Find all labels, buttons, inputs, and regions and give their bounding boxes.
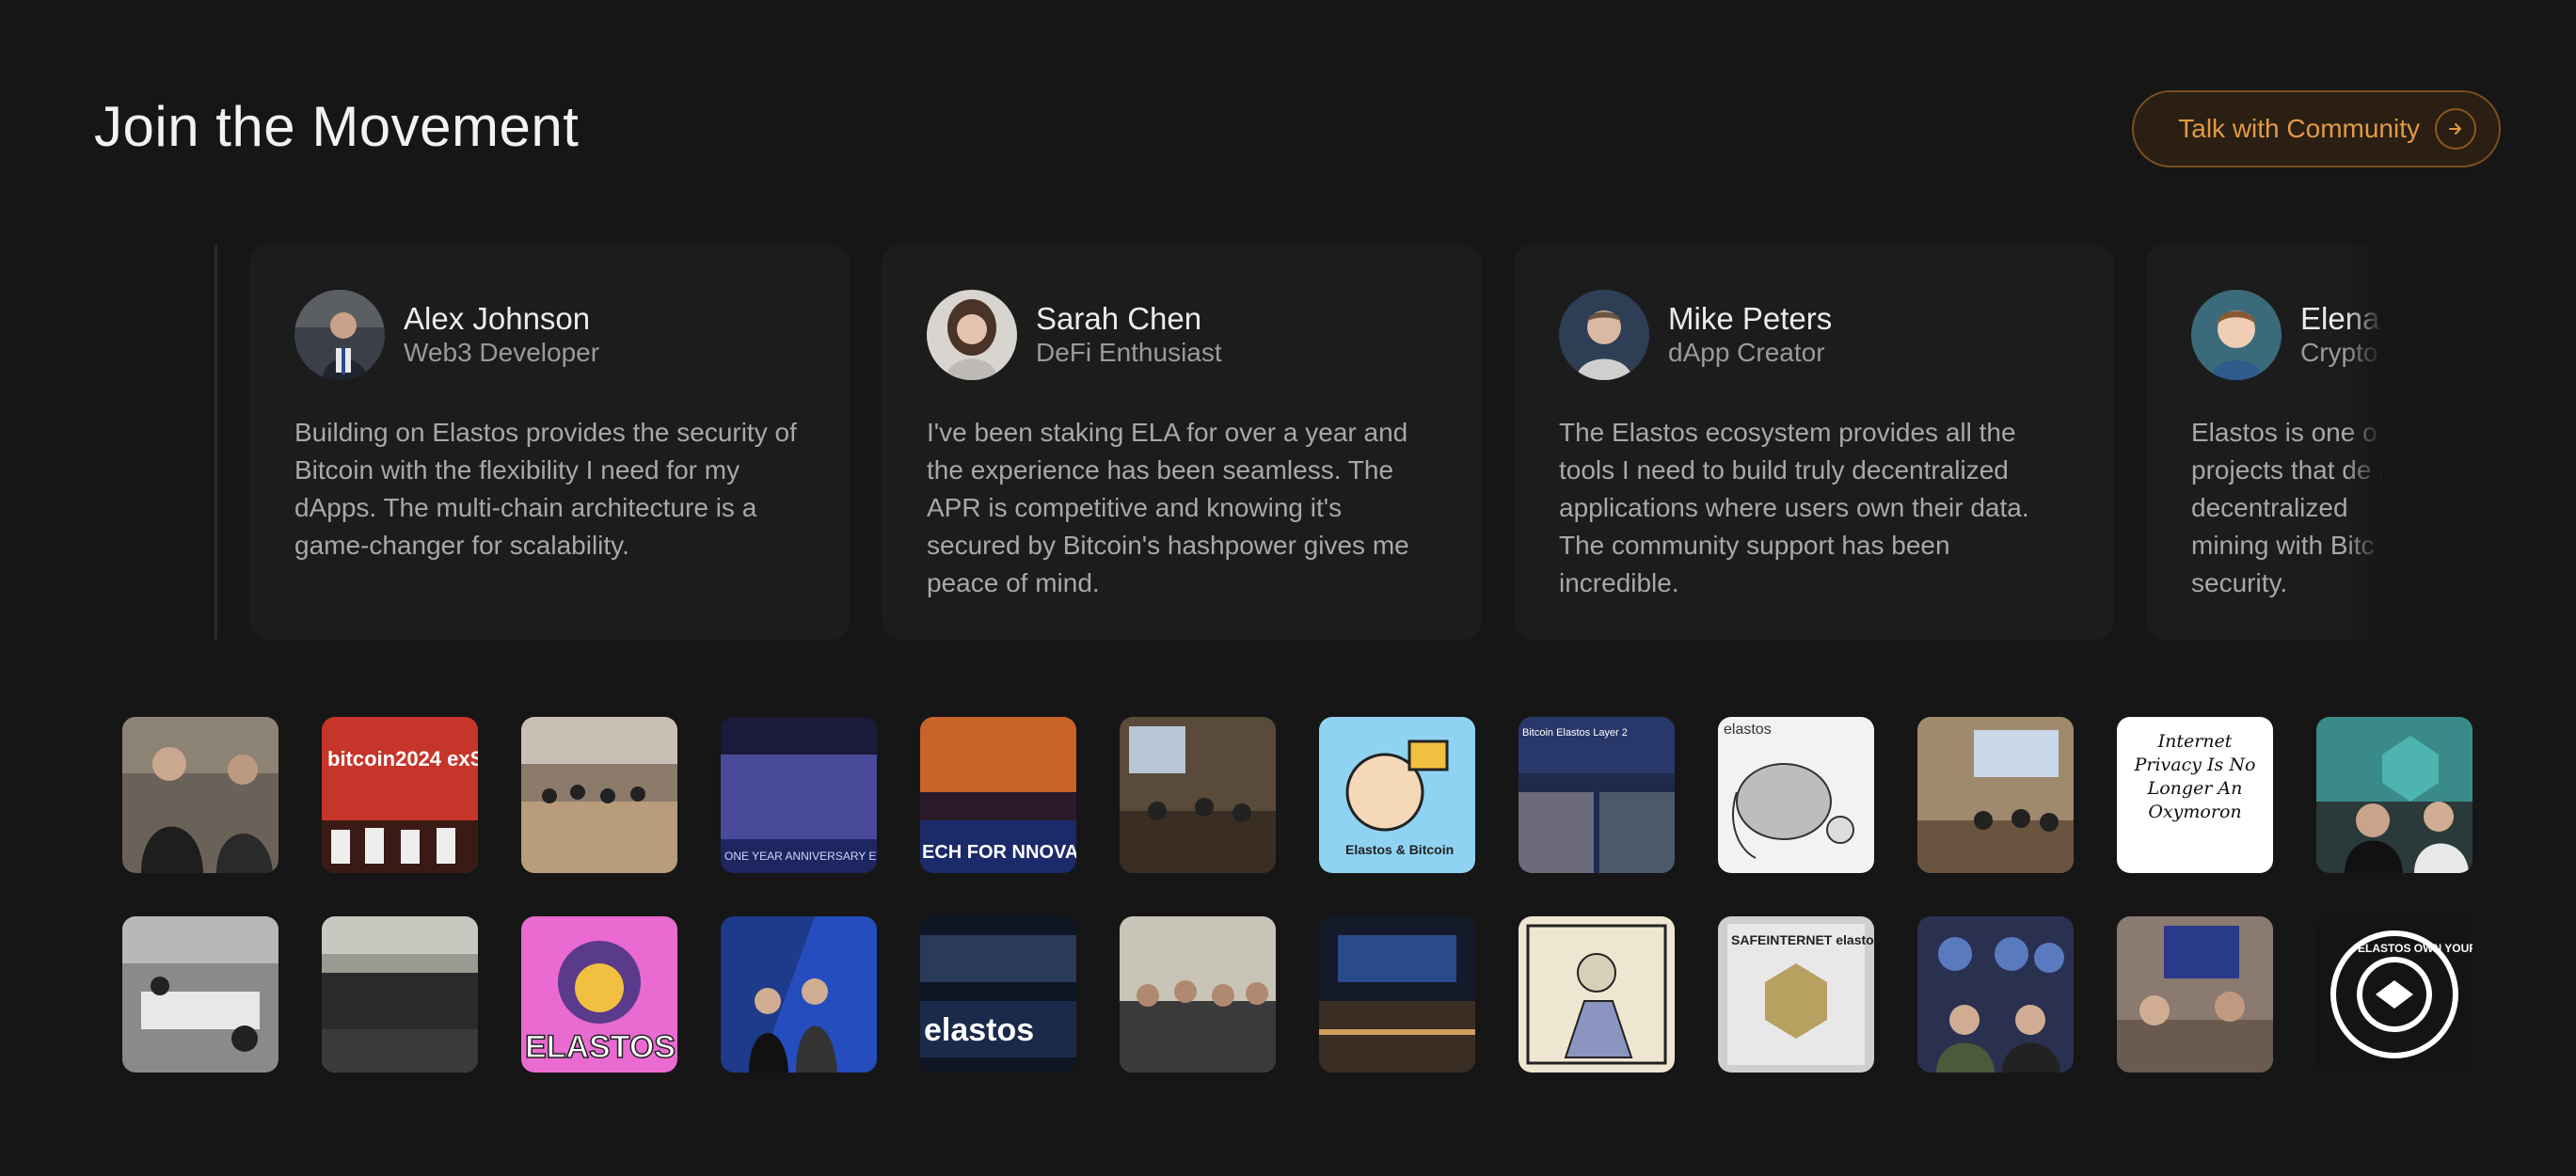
gallery-caption: SAFEINTERNET elastos [1731, 932, 1874, 947]
gallery-photo[interactable]: Bitcoin Elastos Layer 2 [1519, 717, 1675, 873]
join-movement-section: Join the Movement Talk with Community Al… [0, 0, 2576, 1176]
person-name: Alex Johnson [404, 301, 591, 336]
gallery-photo[interactable] [1519, 916, 1675, 1073]
gallery-photo[interactable] [521, 717, 677, 873]
testimonial-card: Sarah Chen DeFi Enthusiast I've been sta… [882, 245, 1482, 640]
person-role: Web3 Developer [404, 338, 600, 367]
gallery-caption: Elastos & Bitcoin [1345, 842, 1454, 857]
testimonial-card: Mike Peters dApp Creator The Elastos eco… [1514, 245, 2114, 640]
gallery-photo[interactable]: elastos [1718, 717, 1874, 873]
gallery-photo[interactable]: elastos [920, 916, 1076, 1073]
gallery-photo[interactable]: bitcoin2024 exSat [322, 717, 478, 873]
gallery-photo[interactable]: ELASTOS OWN YOUR DATA [2316, 916, 2473, 1073]
gallery-caption: elastos [1724, 722, 1772, 738]
testimonial-quote: I've been staking ELA for over a year an… [927, 418, 1409, 597]
avatar [2191, 290, 2282, 380]
avatar [1559, 290, 1649, 380]
person-name: Mike Peters [1668, 301, 1833, 336]
cta-label: Talk with Community [2178, 114, 2420, 143]
testimonial-quote: Building on Elastos provides the securit… [294, 418, 797, 560]
gallery-photo[interactable] [2117, 916, 2273, 1073]
gallery-photo[interactable]: ELASTOS [521, 916, 677, 1073]
gallery-photo[interactable]: Elastos & Bitcoin [1319, 717, 1475, 873]
testimonial-quote: The Elastos ecosystem provides all the t… [1559, 418, 2029, 597]
avatar [927, 290, 1017, 380]
gallery-caption: Internet Privacy Is No Longer An Oxymoro… [2134, 731, 2256, 822]
gallery-photo[interactable] [1120, 717, 1276, 873]
gallery-photo[interactable] [322, 916, 478, 1073]
gallery-photo[interactable]: ONE YEAR ANNIVERSARY EVE [721, 717, 877, 873]
testimonial-carousel[interactable]: Alex Johnson Web3 Developer Building on … [215, 245, 2383, 640]
person-role: DeFi Enthusiast [1036, 338, 1222, 367]
person-role: dApp Creator [1668, 338, 1825, 367]
gallery-photo[interactable]: SAFEINTERNET elastos [1718, 916, 1874, 1073]
gallery-caption: ONE YEAR ANNIVERSARY EVE [724, 850, 877, 863]
arrow-right-icon [2435, 108, 2476, 150]
gallery-photo[interactable] [1917, 717, 2074, 873]
gallery-caption: elastos [924, 1012, 1034, 1048]
gallery-photo[interactable] [1917, 916, 2074, 1073]
gallery-caption: Bitcoin Elastos Layer 2 [1522, 727, 1628, 739]
gallery-photo[interactable] [721, 916, 877, 1073]
person-name: Sarah Chen [1036, 301, 1202, 336]
gallery-photo[interactable]: ECH FOR NNOVATION [920, 717, 1076, 873]
gallery-photo[interactable] [122, 717, 278, 873]
talk-with-community-button[interactable]: Talk with Community [2132, 90, 2501, 167]
gallery-caption: bitcoin2024 exSat [327, 747, 478, 771]
gallery-caption: ELASTOS OWN YOUR DATA [2358, 942, 2473, 955]
section-title: Join the Movement [94, 95, 580, 158]
gallery-photo[interactable] [1120, 916, 1276, 1073]
gallery-photo[interactable] [1319, 916, 1475, 1073]
avatar [294, 290, 385, 380]
gallery-photo[interactable] [2316, 717, 2473, 873]
carousel-fade [2345, 245, 2383, 640]
gallery-photo[interactable] [122, 916, 278, 1073]
gallery-caption: ELASTOS [525, 1029, 676, 1065]
testimonial-card: Alex Johnson Web3 Developer Building on … [249, 245, 850, 640]
gallery-caption: ECH FOR NNOVATION [922, 842, 1076, 863]
gallery-photo[interactable]: Internet Privacy Is No Longer An Oxymoro… [2117, 717, 2273, 873]
